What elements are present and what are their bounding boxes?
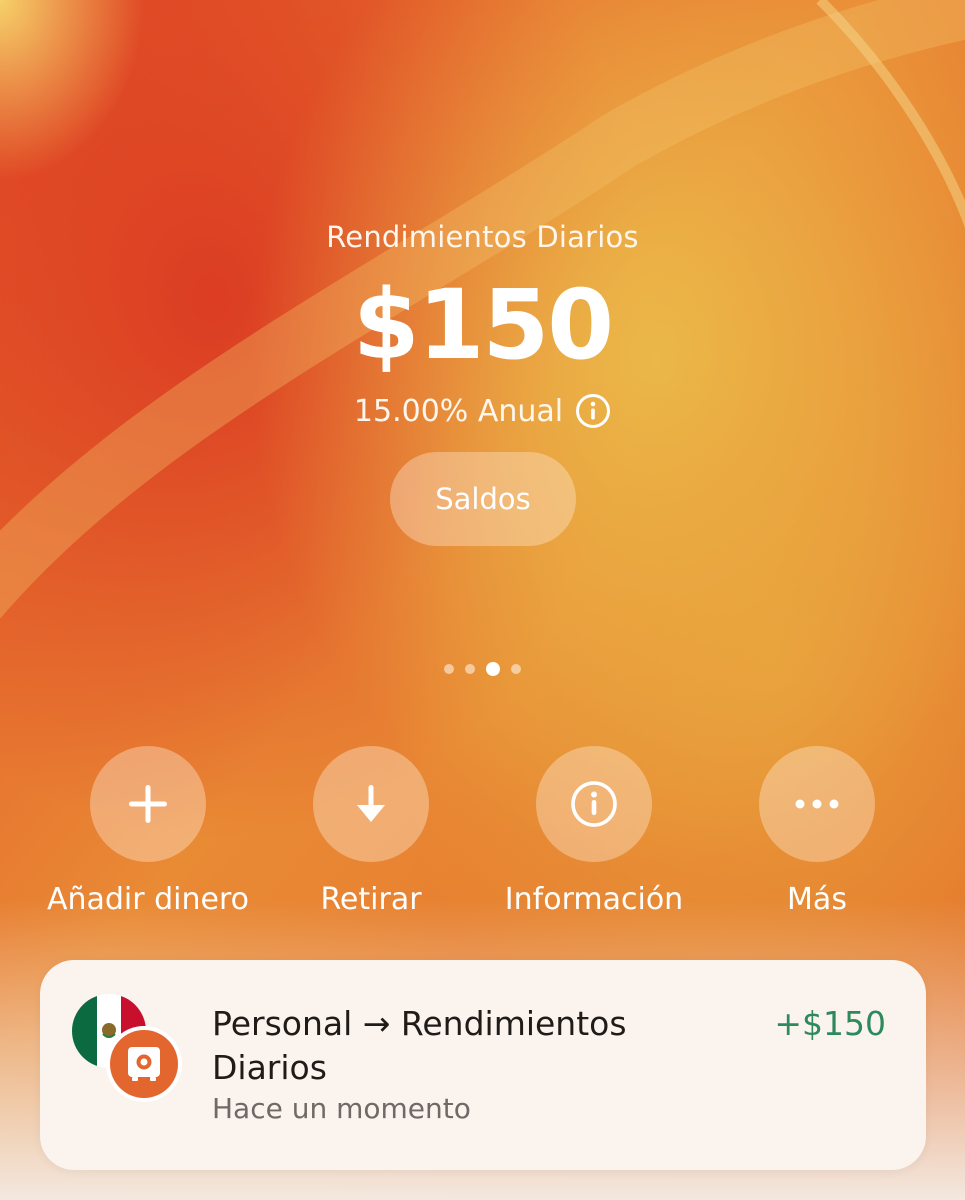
information-label: Información (504, 882, 684, 917)
vault-title: Rendimientos Diarios (326, 220, 639, 254)
page-dot (444, 664, 454, 674)
more-label: Más (787, 882, 847, 917)
balances-button[interactable]: Saldos (390, 452, 576, 546)
transaction-amount: +$150 (774, 1004, 886, 1043)
more-dots-icon (795, 799, 839, 809)
page-dot-active (486, 662, 500, 676)
page-dot (511, 664, 521, 674)
information-circle[interactable] (536, 746, 652, 862)
vault-screen: Rendimientos Diarios $150 15.00% Anual S… (0, 0, 965, 1200)
transaction-title: Personal → Rendimientos Diarios (212, 1004, 627, 1087)
withdraw-button[interactable]: Retirar (256, 746, 486, 917)
vault-badge (106, 1026, 182, 1102)
withdraw-circle[interactable] (313, 746, 429, 862)
transaction-time: Hace un momento (212, 1092, 471, 1125)
arrow-down-icon (357, 785, 385, 822)
info-circle-icon[interactable] (575, 393, 611, 429)
annual-rate: 15.00% Anual (0, 391, 965, 431)
withdraw-label: Retirar (320, 882, 422, 917)
transaction-card[interactable]: Personal → Rendimientos Diarios Hace un … (40, 960, 926, 1170)
plus-icon (129, 785, 167, 823)
balance-amount: $150 (352, 269, 614, 381)
add-money-circle[interactable] (90, 746, 206, 862)
information-button[interactable]: Información (479, 746, 709, 917)
info-circle-icon (571, 781, 617, 827)
more-button[interactable]: Más (702, 746, 932, 917)
vault-icon (110, 1030, 178, 1098)
add-money-button[interactable]: Añadir dinero (33, 746, 263, 917)
page-indicator[interactable] (0, 662, 965, 676)
add-money-label: Añadir dinero (46, 882, 250, 917)
annual-rate-text: 15.00% Anual (353, 393, 564, 429)
page-dot (465, 664, 475, 674)
more-circle[interactable] (759, 746, 875, 862)
